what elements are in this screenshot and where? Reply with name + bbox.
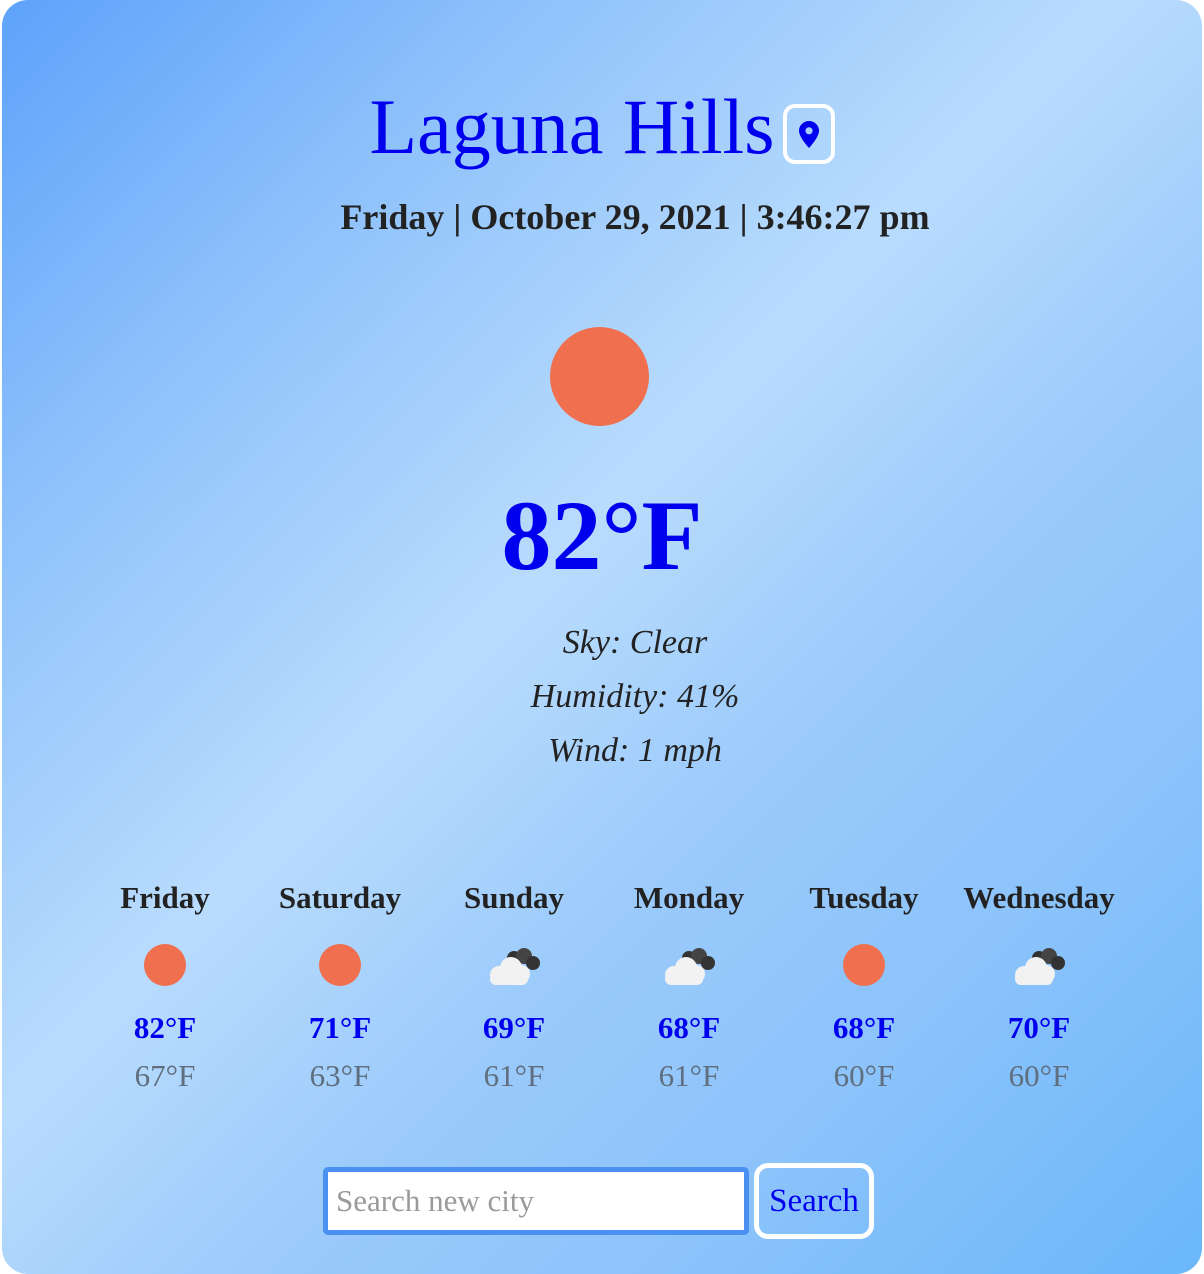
forecast-low: 60°F <box>833 1058 895 1093</box>
forecast-icon <box>999 944 1079 1004</box>
forecast-high: 68°F <box>832 1010 896 1045</box>
forecast-day: Friday 82°F 67°F <box>65 878 265 1096</box>
wind-speed: Wind: 1 mph <box>548 732 722 769</box>
forecast-icon <box>300 944 380 1004</box>
city-header: Laguna Hills <box>2 82 1202 172</box>
forecast-row: Friday 82°F 67°F Saturday 71°F 63°F Sund… <box>2 878 1202 1108</box>
forecast-day-name: Friday <box>120 880 210 915</box>
forecast-icon <box>824 944 904 1004</box>
forecast-low: 61°F <box>483 1058 545 1093</box>
forecast-low: 67°F <box>134 1058 196 1093</box>
search-form: Search <box>2 1163 1202 1239</box>
cloud-icon <box>1015 948 1065 985</box>
forecast-high: 71°F <box>308 1010 372 1045</box>
humidity: Humidity: 41% <box>530 678 740 715</box>
forecast-low: 63°F <box>309 1058 371 1093</box>
sky-condition: Sky: Clear <box>562 624 708 661</box>
cloud-icon <box>665 948 715 985</box>
sun-icon <box>319 944 361 986</box>
forecast-icon <box>649 944 729 1004</box>
forecast-high: 70°F <box>1007 1010 1071 1045</box>
forecast-day-name: Wednesday <box>963 880 1115 915</box>
forecast-day: Sunday 69°F 61°F <box>414 878 614 1096</box>
forecast-day-name: Tuesday <box>809 880 919 915</box>
forecast-day-name: Saturday <box>278 880 402 915</box>
forecast-high: 82°F <box>133 1010 197 1045</box>
search-button[interactable]: Search <box>754 1163 874 1239</box>
weather-details: Sky: Clear Humidity: 41% Wind: 1 mph <box>2 616 1202 778</box>
forecast-high: 69°F <box>482 1010 546 1045</box>
city-search-input[interactable] <box>323 1167 749 1235</box>
forecast-day: Tuesday 68°F 60°F <box>764 878 964 1096</box>
forecast-low: 60°F <box>1008 1058 1070 1093</box>
forecast-day-name: Sunday <box>464 880 564 915</box>
forecast-day: Monday 68°F 61°F <box>589 878 789 1096</box>
cloud-icon <box>490 948 540 985</box>
city-name: Laguna Hills <box>369 83 775 170</box>
weather-card: Laguna Hills Friday | October 29, 2021 |… <box>2 0 1202 1274</box>
forecast-high: 68°F <box>657 1010 721 1045</box>
current-datetime: Friday | October 29, 2021 | 3:46:27 pm <box>340 197 930 237</box>
forecast-day: Wednesday 70°F 60°F <box>939 878 1139 1096</box>
forecast-day: Saturday 71°F 63°F <box>240 878 440 1096</box>
sun-icon <box>843 944 885 986</box>
forecast-icon <box>474 944 554 1004</box>
current-temperature: 82°F <box>501 480 703 591</box>
current-location-button[interactable] <box>782 104 835 164</box>
sun-icon <box>550 327 649 426</box>
forecast-day-name: Monday <box>633 880 745 915</box>
forecast-icon <box>125 944 205 1004</box>
forecast-low: 61°F <box>658 1058 720 1093</box>
sun-icon <box>144 944 186 986</box>
